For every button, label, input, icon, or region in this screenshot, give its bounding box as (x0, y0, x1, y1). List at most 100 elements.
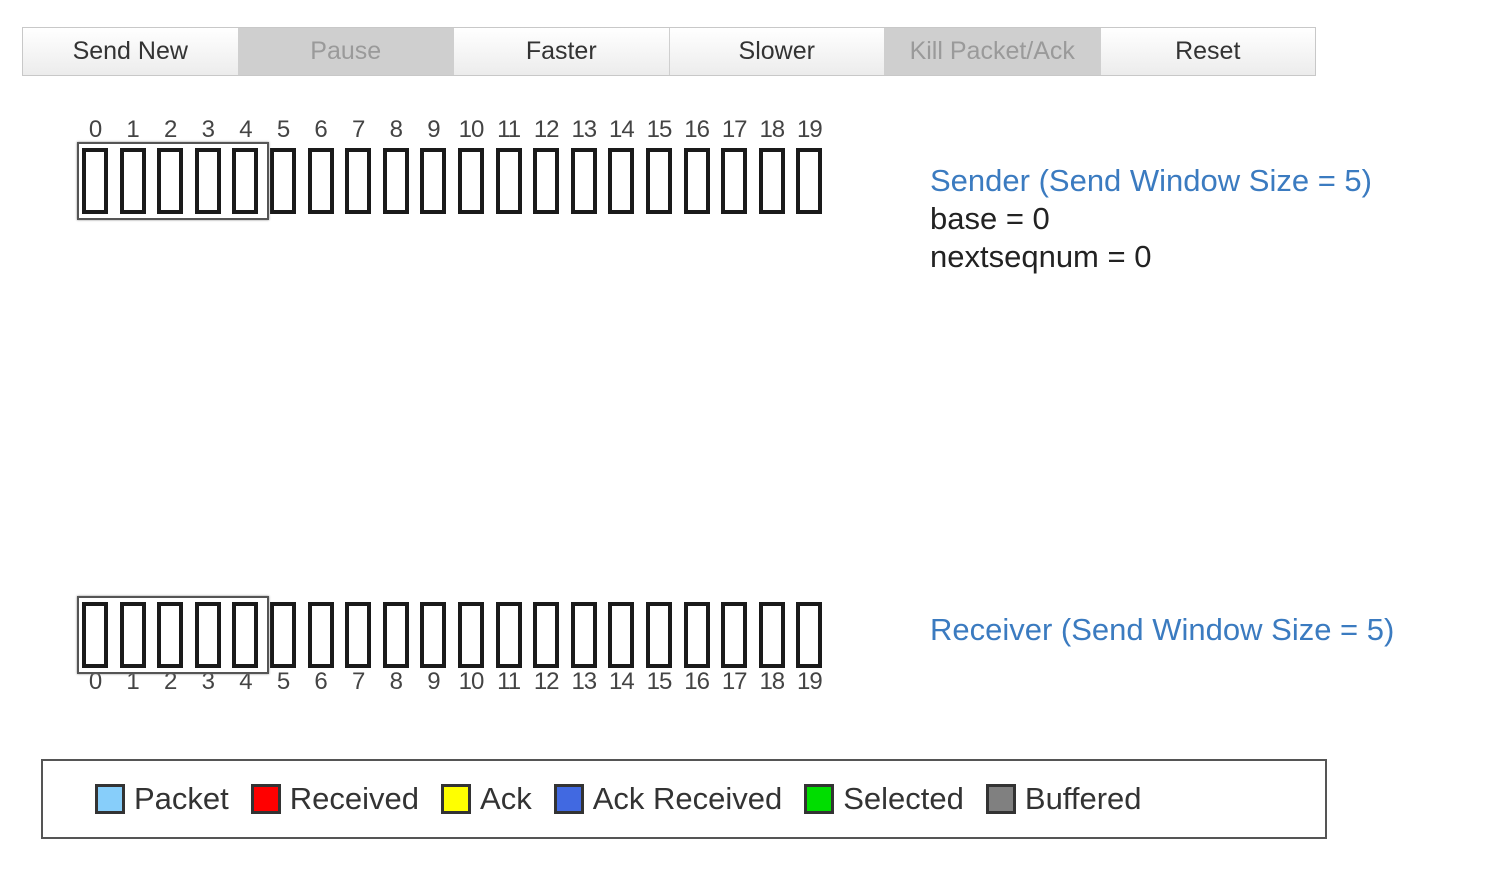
legend-label-packet: Packet (134, 781, 229, 816)
receiver-seq-number: 11 (497, 668, 521, 695)
send-new-button[interactable]: Send New (23, 28, 239, 75)
sender-packet-slot[interactable] (796, 148, 823, 214)
receiver-packet-slot[interactable] (458, 602, 484, 668)
receiver-packet-slot[interactable] (570, 602, 597, 668)
receiver-seq-number: 6 (314, 668, 327, 695)
legend-item-received: Received (250, 781, 420, 817)
sender-seq-number: 3 (201, 116, 215, 143)
sender-seq-number: 19 (797, 116, 823, 143)
sender-seq-number: 10 (458, 116, 485, 143)
receiver-packet-slot[interactable] (683, 602, 710, 668)
receiver-packet-slot[interactable] (646, 602, 672, 668)
receiver-title: Receiver (Send Window Size = 5) (930, 612, 1395, 647)
receiver-seq-number: 13 (571, 668, 597, 695)
receiver-seq-number: 4 (239, 668, 252, 695)
sender-seq-number: 4 (239, 116, 252, 143)
receiver-seq-number: 5 (276, 668, 290, 695)
receiver-seq-number: 17 (721, 668, 748, 695)
sender-seq-number: 15 (646, 116, 673, 143)
sender-packet-slot[interactable] (382, 148, 409, 214)
legend-label-buffered: Buffered (1024, 781, 1142, 816)
sender-seq-number: 17 (721, 116, 748, 143)
receiver-seq-number: 9 (427, 668, 440, 695)
sender-packet-slot[interactable] (420, 148, 447, 214)
sender-seq-number: 2 (164, 116, 177, 143)
receiver-packet-slot[interactable] (420, 602, 447, 668)
receiver-packet-slot[interactable] (495, 602, 522, 668)
legend-swatch-buffered (985, 784, 1016, 814)
sender-packet-slot[interactable] (345, 148, 372, 214)
sender-packet-slot[interactable] (194, 148, 221, 214)
legend-swatch-selected (804, 784, 835, 814)
sender-packet-slot[interactable] (721, 148, 748, 214)
sender-nextseqnum-label: nextseqnum = 0 (930, 239, 1152, 274)
legend-item-ack-received: Ack Received (553, 781, 783, 817)
receiver-packet-slot[interactable] (119, 602, 146, 668)
control-toolbar: Send New Pause Faster Slower Kill Packet/Ack… (22, 27, 1316, 76)
receiver-seq-number: 15 (646, 668, 673, 695)
receiver-packet-slot[interactable] (194, 602, 221, 668)
sender-seq-number: 18 (759, 116, 785, 143)
receiver-packet-slot[interactable] (82, 602, 108, 668)
sender-seq-number: 6 (314, 116, 327, 143)
pause-button: Pause (238, 28, 454, 75)
sender-packet-slot[interactable] (683, 148, 710, 214)
sender-seq-number: 5 (276, 116, 290, 143)
sender-seq-number: 13 (571, 116, 597, 143)
receiver-seq-number: 3 (201, 668, 215, 695)
receiver-packet-slot[interactable] (157, 602, 184, 668)
legend: Packet Received Ack Ack Received Selected Buf… (41, 759, 1327, 839)
receiver-packet-slot[interactable] (307, 602, 334, 668)
receiver-packet-slot[interactable] (758, 602, 785, 668)
legend-item-ack: Ack (441, 781, 532, 817)
receiver-seq-number: 18 (759, 668, 785, 695)
receiver-seq-number: 12 (533, 668, 560, 695)
receiver-seq-number: 10 (458, 668, 485, 695)
sender-packet-slot[interactable] (307, 148, 334, 214)
slower-button[interactable]: Slower (669, 28, 885, 75)
sender-packet-slot[interactable] (495, 148, 522, 214)
receiver-packet-slot[interactable] (270, 602, 296, 668)
sender-seq-number: 16 (684, 116, 710, 143)
legend-label-received: Received (289, 781, 420, 816)
sender-packet-slot[interactable] (646, 148, 672, 214)
receiver-packet-slot[interactable] (608, 602, 635, 668)
receiver-packet-slot[interactable] (721, 602, 748, 668)
legend-swatch-ack-received (553, 784, 584, 814)
sender-packet-slot[interactable] (758, 148, 785, 214)
sender-packet-slot[interactable] (533, 148, 560, 214)
sender-seq-number: 12 (533, 116, 560, 143)
legend-item-packet: Packet (95, 781, 229, 817)
receiver-packet-slot[interactable] (232, 602, 259, 668)
receiver-packet-slot[interactable] (533, 602, 560, 668)
sender-packet-slot[interactable] (608, 148, 635, 214)
sender-base-label: base = 0 (930, 201, 1050, 236)
legend-label-ack-received: Ack Received (592, 781, 783, 816)
sender-seq-number: 9 (427, 116, 440, 143)
sender-title: Sender (Send Window Size = 5) (930, 163, 1372, 198)
sender-seq-number: 7 (352, 116, 365, 143)
sender-packet-slot[interactable] (82, 148, 108, 214)
receiver-packet-slot[interactable] (382, 602, 409, 668)
sender-seq-number: 14 (609, 116, 635, 143)
receiver-seq-number: 19 (797, 668, 823, 695)
legend-item-selected: Selected (804, 781, 964, 817)
sender-packet-slot[interactable] (232, 148, 259, 214)
sender-packet-slot[interactable] (270, 148, 296, 214)
receiver-seq-number: 14 (609, 668, 635, 695)
legend-swatch-packet (95, 784, 125, 814)
sender-seq-number: 8 (389, 116, 403, 143)
legend-label-ack: Ack (480, 781, 532, 816)
sender-packet-slot[interactable] (119, 148, 146, 214)
faster-button[interactable]: Faster (454, 28, 670, 75)
sender-packet-slot[interactable] (570, 148, 597, 214)
receiver-packet-slot[interactable] (345, 602, 372, 668)
receiver-packet-slot[interactable] (796, 602, 823, 668)
receiver-seq-number: 8 (389, 668, 403, 695)
reset-button[interactable]: Reset (1100, 28, 1315, 75)
legend-item-buffered: Buffered (985, 781, 1142, 817)
kill-packet-ack-button: Kill Packet/Ack (885, 28, 1101, 75)
sender-seq-number: 1 (126, 116, 139, 143)
sender-packet-slot[interactable] (157, 148, 184, 214)
sender-packet-slot[interactable] (458, 148, 484, 214)
